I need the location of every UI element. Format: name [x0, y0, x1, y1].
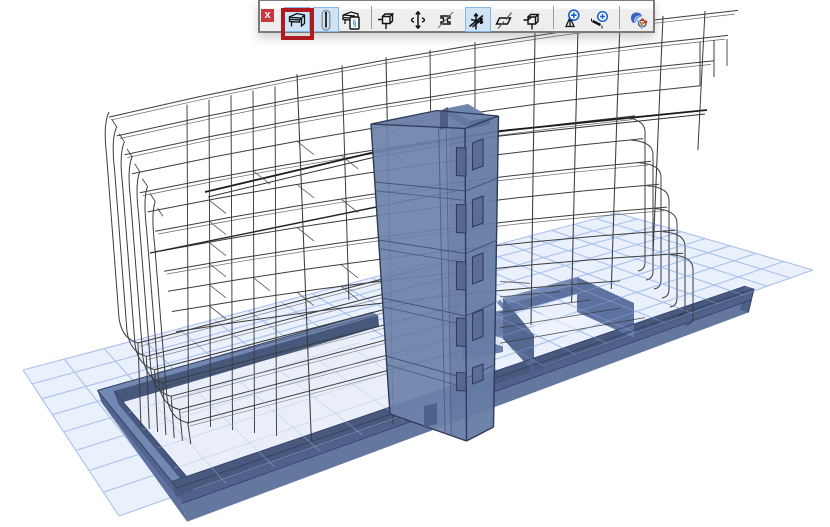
- svg-text:§: §: [352, 18, 357, 28]
